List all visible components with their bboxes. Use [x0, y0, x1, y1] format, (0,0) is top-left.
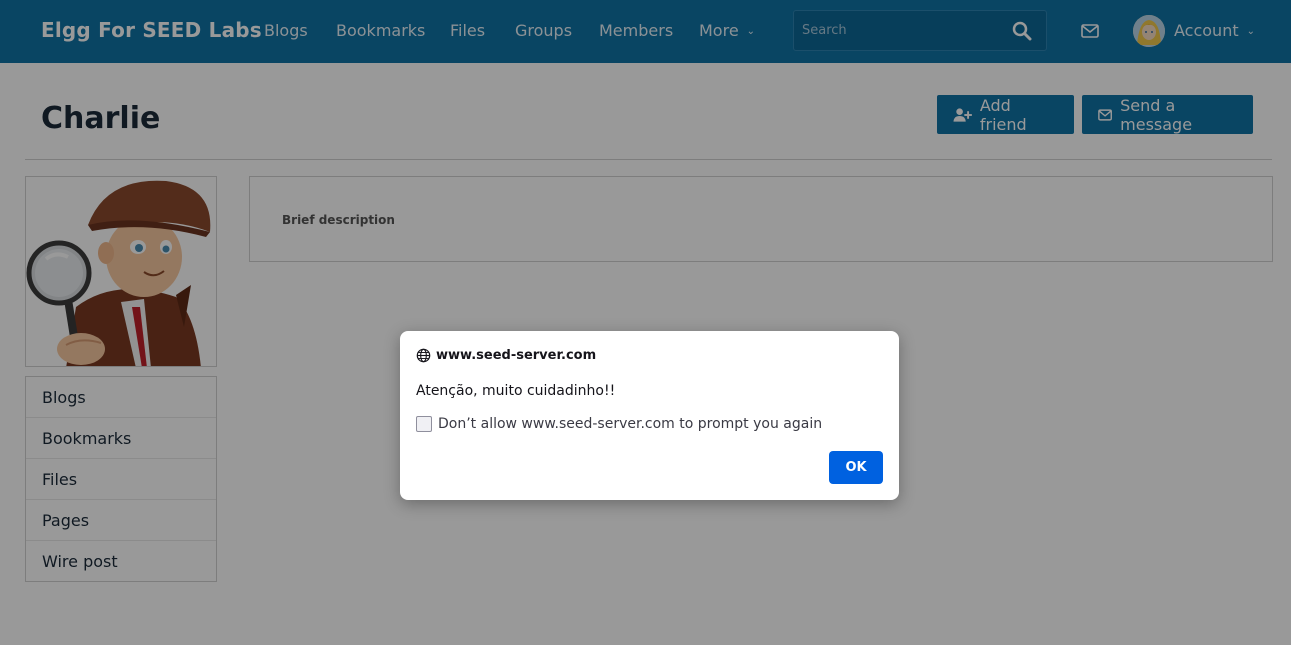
dialog-origin: www.seed-server.com: [416, 348, 596, 363]
dialog-suppress-row[interactable]: Don’t allow www.seed-server.com to promp…: [416, 416, 822, 432]
globe-icon: [416, 348, 431, 363]
modal-backdrop: [0, 0, 1291, 645]
dialog-origin-text: www.seed-server.com: [436, 348, 597, 363]
suppress-prompts-label[interactable]: Don’t allow www.seed-server.com to promp…: [438, 416, 822, 432]
suppress-prompts-checkbox[interactable]: [416, 416, 432, 432]
ok-button[interactable]: OK: [829, 451, 883, 484]
dialog-message: Atenção, muito cuidadinho!!: [416, 383, 616, 399]
alert-dialog: www.seed-server.com Atenção, muito cuida…: [400, 331, 899, 500]
